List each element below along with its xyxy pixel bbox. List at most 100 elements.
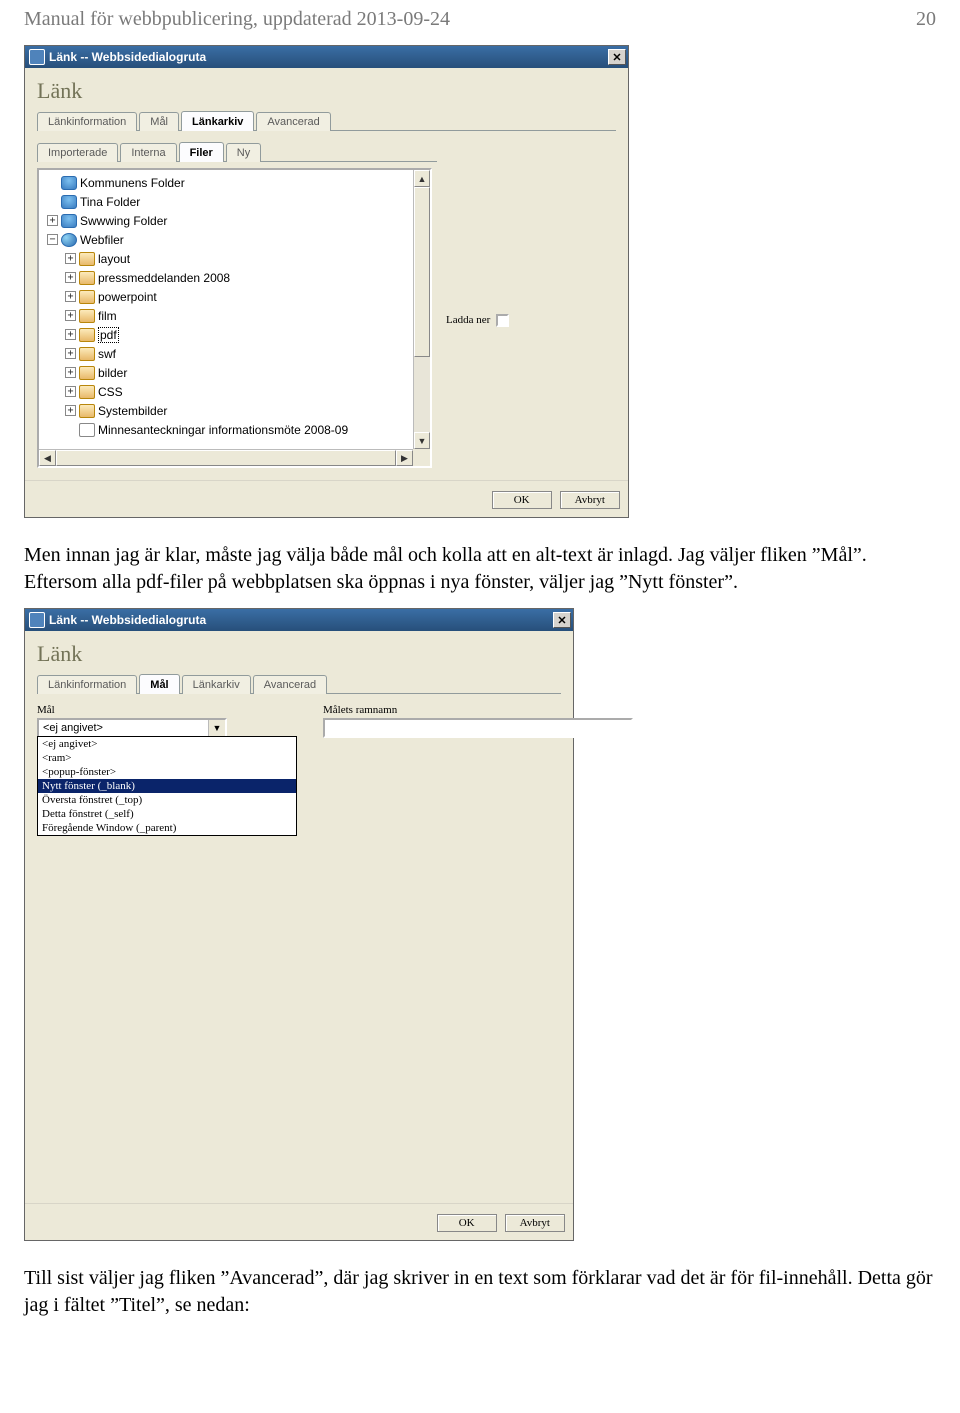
expand-toggle[interactable]: + bbox=[65, 386, 76, 397]
tree-node-label: Kommunens Folder bbox=[80, 176, 185, 190]
target-label: Mål bbox=[37, 704, 297, 716]
page-header: Manual för webbpublicering, uppdaterad 2… bbox=[0, 0, 960, 35]
tree-node[interactable]: + bilder bbox=[41, 363, 428, 382]
expand-toggle[interactable]: + bbox=[65, 329, 76, 340]
link-dialog-target: Länk -- Webbsidedialogruta ✕ Länk Länkin… bbox=[24, 608, 574, 1241]
expand-toggle[interactable]: + bbox=[65, 348, 76, 359]
scroll-thumb[interactable] bbox=[56, 450, 396, 466]
tree-node-label: layout bbox=[98, 252, 130, 266]
tab-länkinformation[interactable]: Länkinformation bbox=[37, 112, 137, 131]
tab-länkarkiv[interactable]: Länkarkiv bbox=[181, 111, 254, 131]
expand-toggle[interactable]: + bbox=[65, 310, 76, 321]
download-option: Ladda ner bbox=[432, 168, 509, 468]
folder-icon bbox=[79, 290, 95, 304]
tabs-upper: LänkinformationMålLänkarkivAvancerad bbox=[37, 673, 561, 694]
cancel-button[interactable]: Avbryt bbox=[560, 491, 620, 509]
scroll-down-icon[interactable]: ▼ bbox=[414, 432, 430, 449]
tree-node[interactable]: Kommunens Folder bbox=[41, 173, 428, 192]
tree-node-label: pdf bbox=[98, 327, 119, 343]
tree-node[interactable]: Minnesanteckningar informationsmöte 2008… bbox=[41, 420, 428, 439]
target-options-list[interactable]: <ej angivet><ram><popup-fönster>Nytt fön… bbox=[37, 736, 297, 836]
tab-mål[interactable]: Mål bbox=[139, 112, 179, 131]
list-item[interactable]: Översta fönstret (_top) bbox=[38, 793, 296, 807]
expand-toggle[interactable]: − bbox=[47, 234, 58, 245]
header-left: Manual för webbpublicering, uppdaterad 2… bbox=[24, 8, 450, 31]
framename-input[interactable] bbox=[323, 718, 633, 738]
folder-icon bbox=[79, 252, 95, 266]
list-item[interactable]: <ram> bbox=[38, 751, 296, 765]
tree-node-label: CSS bbox=[98, 385, 123, 399]
list-item[interactable]: Detta fönstret (_self) bbox=[38, 807, 296, 821]
tab-länkarkiv[interactable]: Länkarkiv bbox=[182, 675, 251, 694]
expand-toggle[interactable]: + bbox=[65, 272, 76, 283]
subtab-ny[interactable]: Ny bbox=[226, 143, 261, 162]
tabs-upper: LänkinformationMålLänkarkivAvancerad bbox=[37, 110, 616, 131]
tab-mål[interactable]: Mål bbox=[139, 674, 179, 694]
tree-node-label: Systembilder bbox=[98, 404, 167, 418]
horizontal-scrollbar[interactable]: ◀ ▶ bbox=[39, 449, 413, 466]
scroll-thumb[interactable] bbox=[414, 187, 430, 357]
tree-node-label: powerpoint bbox=[98, 290, 157, 304]
folder-icon bbox=[79, 347, 95, 361]
tree-node[interactable]: −Webfiler bbox=[41, 230, 428, 249]
page-number: 20 bbox=[916, 8, 936, 31]
expand-toggle[interactable]: + bbox=[65, 291, 76, 302]
tab-avancerad[interactable]: Avancerad bbox=[253, 675, 327, 694]
tree-node[interactable]: + CSS bbox=[41, 382, 428, 401]
target-select[interactable]: <ej angivet> ▼ bbox=[37, 718, 227, 738]
file-tree-pane: Kommunens Folder Tina Folder +Swwwing Fold… bbox=[37, 168, 432, 468]
tree-node[interactable]: +pressmeddelanden 2008 bbox=[41, 268, 428, 287]
list-item[interactable]: Nytt fönster (_blank) bbox=[38, 779, 296, 793]
tabs-lower: ImporteradeInternaFilerNy bbox=[37, 141, 437, 162]
folder-icon bbox=[79, 366, 95, 380]
list-item[interactable]: <popup-fönster> bbox=[38, 765, 296, 779]
tree-node[interactable]: + swf bbox=[41, 344, 428, 363]
tree-node[interactable]: + layout bbox=[41, 249, 428, 268]
window-title: Länk -- Webbsidedialogruta bbox=[49, 50, 206, 64]
tree-node-label: bilder bbox=[98, 366, 127, 380]
list-item[interactable]: Föregående Window (_parent) bbox=[38, 821, 296, 835]
download-checkbox[interactable] bbox=[496, 314, 509, 327]
app-icon bbox=[29, 612, 45, 628]
tree-node[interactable]: +Swwwing Folder bbox=[41, 211, 428, 230]
subtab-importerade[interactable]: Importerade bbox=[37, 143, 118, 162]
titlebar[interactable]: Länk -- Webbsidedialogruta ✕ bbox=[25, 46, 628, 68]
app-icon bbox=[29, 49, 45, 65]
cancel-button[interactable]: Avbryt bbox=[505, 1214, 565, 1232]
expand-toggle[interactable]: + bbox=[65, 405, 76, 416]
doc-icon bbox=[79, 423, 95, 437]
titlebar[interactable]: Länk -- Webbsidedialogruta ✕ bbox=[25, 609, 573, 631]
chevron-down-icon[interactable]: ▼ bbox=[208, 720, 225, 736]
tree-node[interactable]: + Systembilder bbox=[41, 401, 428, 420]
vertical-scrollbar[interactable]: ▲ ▼ bbox=[413, 170, 430, 449]
folder-icon bbox=[79, 309, 95, 323]
tree-node[interactable]: + film bbox=[41, 306, 428, 325]
scroll-right-icon[interactable]: ▶ bbox=[396, 450, 413, 466]
tree-node[interactable]: Tina Folder bbox=[41, 192, 428, 211]
close-icon[interactable]: ✕ bbox=[553, 612, 571, 628]
ok-button[interactable]: OK bbox=[437, 1214, 497, 1232]
dialog-title: Länk bbox=[37, 641, 561, 667]
download-label: Ladda ner bbox=[446, 314, 490, 326]
tab-avancerad[interactable]: Avancerad bbox=[256, 112, 330, 131]
expand-toggle[interactable]: + bbox=[47, 215, 58, 226]
tree-node-label: film bbox=[98, 309, 117, 323]
instruction-para-1: Men innan jag är klar, måste jag välja b… bbox=[0, 542, 960, 596]
folder-icon bbox=[79, 271, 95, 285]
tree-node-label: Tina Folder bbox=[80, 195, 140, 209]
tab-länkinformation[interactable]: Länkinformation bbox=[37, 675, 137, 694]
subtab-interna[interactable]: Interna bbox=[120, 143, 176, 162]
tree-node-label: swf bbox=[98, 347, 116, 361]
list-item[interactable]: <ej angivet> bbox=[38, 737, 296, 751]
dialog-title: Länk bbox=[37, 78, 616, 104]
scroll-up-icon[interactable]: ▲ bbox=[414, 170, 430, 187]
folder-icon bbox=[79, 328, 95, 342]
close-icon[interactable]: ✕ bbox=[608, 49, 626, 65]
tree-node[interactable]: + powerpoint bbox=[41, 287, 428, 306]
expand-toggle[interactable]: + bbox=[65, 253, 76, 264]
scroll-left-icon[interactable]: ◀ bbox=[39, 450, 56, 466]
tree-node[interactable]: + pdf bbox=[41, 325, 428, 344]
subtab-filer[interactable]: Filer bbox=[179, 142, 224, 162]
expand-toggle[interactable]: + bbox=[65, 367, 76, 378]
ok-button[interactable]: OK bbox=[492, 491, 552, 509]
